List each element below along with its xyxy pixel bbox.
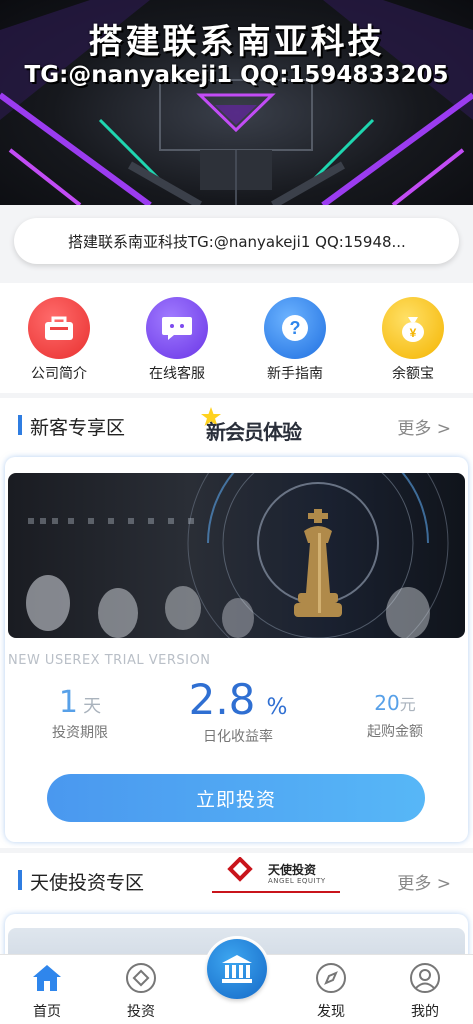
angel-logo-en: ANGEL EQUITY (268, 877, 326, 885)
period-unit: 天 (83, 696, 102, 717)
period-label: 投资期限 (52, 725, 108, 741)
section-accent-bar (18, 870, 22, 890)
quick-label-company: 公司简介 (31, 366, 87, 382)
angel-equity-logo: 天使投资 ANGEL EQUITY (212, 855, 340, 897)
home-icon (30, 961, 64, 995)
invest-now-button[interactable]: 立即投资 (47, 774, 425, 822)
section-accent-bar (18, 415, 22, 435)
tab-label-discover: 发现 (317, 1004, 345, 1020)
badge-text: 新会员体验 (206, 420, 302, 444)
user-icon (408, 961, 442, 995)
money-bag-icon: ¥ (382, 297, 444, 359)
notice-section: 搭建联系南亚科技TG:@nanyakeji1 QQ:15948... (0, 205, 473, 283)
stat-rate: 2.8 % 日化收益率 (173, 675, 303, 746)
question-icon: ? (264, 297, 326, 359)
tab-mine[interactable]: 我的 (385, 955, 465, 1024)
period-value: 1 (58, 685, 78, 720)
notice-bar[interactable]: 搭建联系南亚科技TG:@nanyakeji1 QQ:15948... (14, 218, 459, 264)
tab-discover[interactable]: 发现 (291, 955, 371, 1024)
bank-icon (207, 939, 267, 999)
angel-logo-cn: 天使投资 (268, 863, 317, 877)
tab-label-home: 首页 (33, 1004, 61, 1020)
tab-label-invest: 投资 (127, 1004, 155, 1020)
svg-text:¥: ¥ (410, 326, 417, 340)
chat-bubble-icon (146, 297, 208, 359)
angel-logo-mark-icon (227, 857, 253, 882)
section-header-new: 新客专享区 新会员体验 更多 > (0, 398, 473, 458)
product-image (8, 473, 465, 638)
rate-unit: % (266, 695, 288, 720)
quick-label-balance: 余额宝 (392, 366, 434, 382)
quick-label-guide: 新手指南 (267, 366, 323, 382)
tab-center-bank[interactable] (204, 936, 270, 1002)
more-link-angel[interactable]: 更多 > (397, 869, 451, 894)
svg-text:?: ? (290, 318, 301, 338)
minimum-unit: 元 (399, 695, 416, 714)
section-header-angel: 天使投资专区 天使投资 ANGEL EQUITY 更多 > (0, 853, 473, 913)
product-card[interactable]: NEW USEREX TRIAL VERSION 1 天 投资期限 2.8 % … (5, 457, 468, 842)
minimum-label: 起购金额 (367, 724, 423, 740)
more-link-new[interactable]: 更多 > (397, 414, 451, 439)
minimum-value: 20 (374, 691, 400, 715)
compass-icon (314, 961, 348, 995)
stat-period: 1 天 投资期限 (25, 685, 135, 742)
hero-banner[interactable]: 搭建联系南亚科技 TG:@nanyakeji1 QQ:1594833205 (0, 0, 473, 205)
banner-title: 搭建联系南亚科技 (88, 22, 385, 62)
product-section: NEW USEREX TRIAL VERSION 1 天 投资期限 2.8 % … (0, 453, 473, 848)
rate-value: 2.8 (188, 675, 256, 724)
section-title-new: 新客专享区 (30, 417, 126, 439)
new-member-badge: 新会员体验 (200, 406, 330, 444)
rate-label: 日化收益率 (203, 729, 273, 745)
quick-menu: 公司简介 在线客服 ? 新手指南 ¥ 余额宝 (0, 283, 473, 393)
stat-minimum: 20元 起购金额 (345, 685, 445, 741)
section-title-angel: 天使投资专区 (30, 872, 145, 894)
briefcase-icon (28, 297, 90, 359)
tab-home[interactable]: 首页 (7, 955, 87, 1024)
banner-subtitle: TG:@nanyakeji1 QQ:1594833205 (24, 62, 449, 88)
quick-label-support: 在线客服 (149, 366, 205, 382)
product-name-en: NEW USEREX TRIAL VERSION (8, 653, 211, 668)
quick-item-guide[interactable]: ? 新手指南 (250, 297, 340, 383)
app-page: 搭建联系南亚科技 TG:@nanyakeji1 QQ:1594833205 搭建… (0, 0, 473, 1024)
notice-text: 搭建联系南亚科技TG:@nanyakeji1 QQ:15948... (68, 232, 406, 251)
quick-item-company[interactable]: 公司简介 (14, 297, 104, 383)
angel-logo-underline (212, 891, 340, 893)
diamond-icon (124, 961, 158, 995)
tab-label-mine: 我的 (411, 1004, 439, 1020)
quick-item-balance[interactable]: ¥ 余额宝 (368, 297, 458, 383)
tab-invest[interactable]: 投资 (101, 955, 181, 1024)
quick-item-support[interactable]: 在线客服 (132, 297, 222, 383)
